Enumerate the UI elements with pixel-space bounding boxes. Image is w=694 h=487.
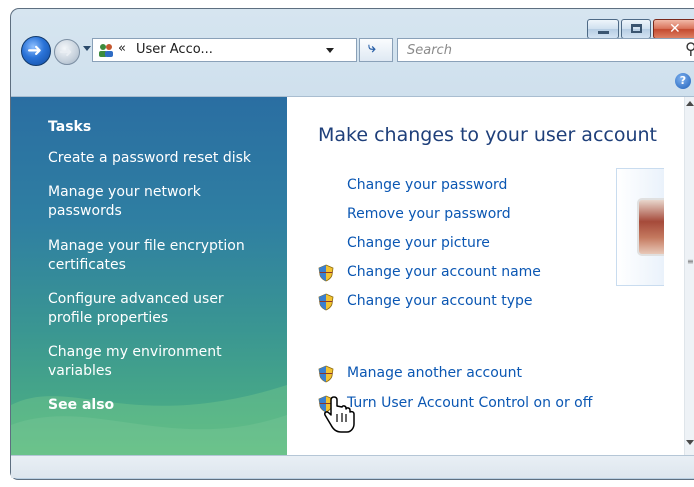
task-link-advanced-profile-properties[interactable]: Configure advanced user profile properti…	[48, 290, 248, 328]
refresh-icon: ⤷	[368, 40, 376, 56]
close-button[interactable]: ✕	[653, 19, 694, 39]
recent-pages-dropdown[interactable]	[83, 46, 91, 51]
decorative-wave	[11, 385, 287, 455]
close-icon: ✕	[669, 21, 681, 37]
shield-icon	[318, 365, 334, 383]
tasks-pane: Tasks Create a password reset disk Manag…	[11, 97, 287, 455]
refresh-button[interactable]: ⤷	[359, 38, 393, 62]
back-arrow-icon: ➜	[27, 40, 43, 61]
shield-icon	[318, 293, 334, 311]
link-user-account-control[interactable]: Turn User Account Control on or off	[347, 395, 592, 411]
link-change-picture[interactable]: Change your picture	[347, 235, 490, 251]
minimize-icon	[598, 31, 609, 34]
scroll-thumb-grip[interactable]: ≡	[687, 257, 694, 266]
maximize-button[interactable]	[621, 19, 651, 39]
back-button[interactable]: ➜	[21, 36, 51, 66]
maximize-icon	[631, 24, 642, 33]
scroll-down-arrow-icon[interactable]	[686, 440, 694, 445]
address-bar[interactable]: « User Acco...	[92, 38, 357, 62]
shield-icon	[318, 264, 334, 282]
status-bar	[11, 455, 694, 478]
search-placeholder: Search	[407, 43, 452, 58]
tasks-heading: Tasks	[48, 119, 92, 135]
hand-cursor-icon	[324, 396, 355, 433]
link-remove-password[interactable]: Remove your password	[347, 206, 511, 222]
address-dropdown-icon[interactable]	[326, 48, 334, 53]
search-icon[interactable]: ⚲	[685, 39, 694, 58]
forward-arrow-icon: ➜	[59, 42, 73, 61]
help-icon[interactable]: ?	[675, 73, 691, 89]
see-also-heading: See also	[48, 397, 115, 413]
scroll-up-arrow-icon[interactable]	[686, 101, 694, 106]
search-box[interactable]: Search ⚲	[397, 38, 694, 62]
minimize-button[interactable]	[587, 19, 619, 39]
user-picture-frame[interactable]	[616, 168, 664, 286]
task-link-network-passwords[interactable]: Manage your network passwords	[48, 183, 238, 221]
link-change-account-type[interactable]: Change your account type	[347, 293, 532, 309]
breadcrumb-path[interactable]: User Acco...	[136, 42, 213, 57]
forward-button[interactable]: ➜	[54, 39, 80, 65]
vertical-scrollbar[interactable]: ≡	[684, 97, 694, 455]
users-icon	[99, 44, 113, 57]
page-title: Make changes to your user account	[318, 124, 658, 146]
link-change-account-name[interactable]: Change your account name	[347, 264, 541, 280]
link-manage-another-account[interactable]: Manage another account	[347, 365, 522, 381]
breadcrumb-chevron[interactable]: «	[118, 41, 126, 56]
task-link-file-encryption-certificates[interactable]: Manage your file encryption certificates	[48, 237, 268, 275]
user-picture	[637, 198, 664, 256]
link-change-password[interactable]: Change your password	[347, 177, 507, 193]
task-link-password-reset-disk[interactable]: Create a password reset disk	[48, 149, 268, 168]
task-link-environment-variables[interactable]: Change my environment variables	[48, 343, 248, 381]
